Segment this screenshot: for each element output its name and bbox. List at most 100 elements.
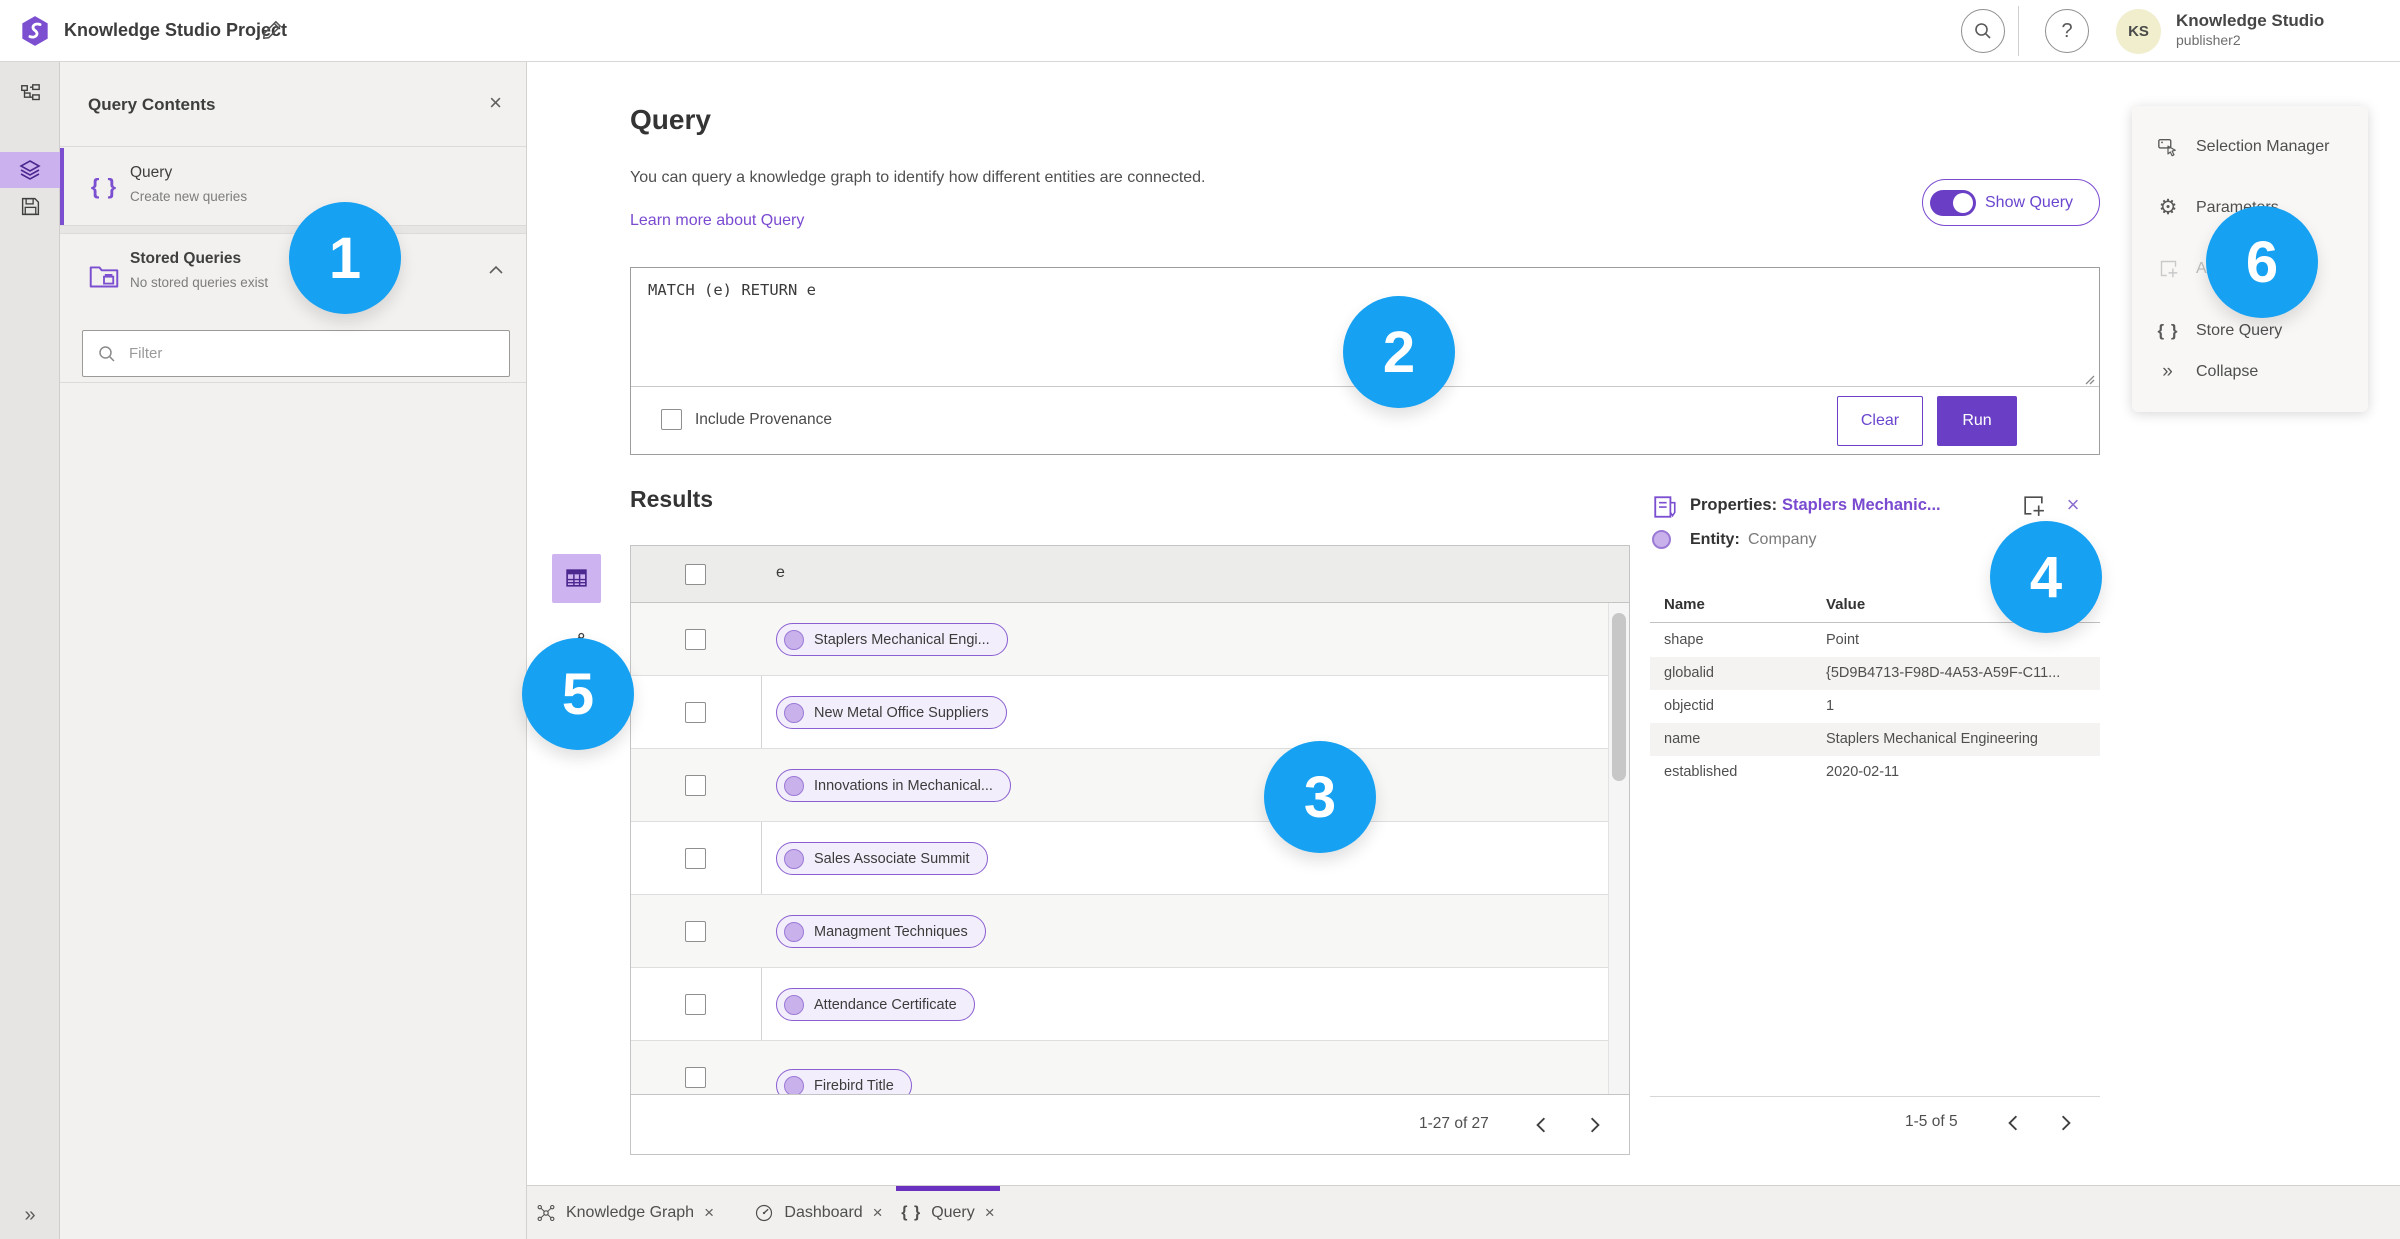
- include-provenance-checkbox[interactable]: [661, 409, 682, 430]
- tab-query[interactable]: { } Query ×: [896, 1186, 1000, 1239]
- properties-footer-divider: [1650, 1096, 2100, 1097]
- tab-knowledge-graph[interactable]: Knowledge Graph ×: [527, 1186, 723, 1239]
- dashboard-gauge-icon: [754, 1203, 774, 1223]
- table-row: Attendance Certificate: [631, 968, 1609, 1041]
- double-chevron-right-icon: »: [2162, 360, 2174, 382]
- entity-pill[interactable]: Managment Techniques: [776, 915, 986, 948]
- column-header-e: e: [776, 564, 785, 581]
- tab-dashboard[interactable]: Dashboard ×: [740, 1186, 897, 1239]
- entity-pill[interactable]: Sales Associate Summit: [776, 842, 988, 875]
- catalog-hierarchy-icon[interactable]: [0, 76, 60, 112]
- app: Knowledge Studio Project ? KS Knowledge …: [0, 0, 2400, 1239]
- filter-field: [82, 330, 510, 377]
- column-header-name: Name: [1664, 596, 1705, 613]
- help-icon: ?: [2061, 19, 2073, 42]
- scrollbar-thumb[interactable]: [1612, 613, 1626, 781]
- row-checkbox[interactable]: [685, 775, 706, 796]
- layers-icon[interactable]: [0, 152, 60, 188]
- results-table-header: e: [631, 546, 1629, 603]
- property-name: name: [1664, 731, 1701, 747]
- close-tab-icon[interactable]: ×: [873, 1203, 883, 1223]
- close-tab-icon[interactable]: ×: [985, 1203, 995, 1223]
- table-view-button[interactable]: [552, 554, 601, 603]
- search-button[interactable]: [1961, 9, 2005, 53]
- collapse-item[interactable]: » Collapse: [2132, 341, 2368, 402]
- properties-next-button[interactable]: [2048, 1105, 2084, 1141]
- section-divider: [60, 225, 526, 234]
- menu-item-label: Collapse: [2196, 362, 2259, 380]
- add-to-map-icon[interactable]: [2018, 492, 2048, 522]
- property-row: established 2020-02-11: [1650, 756, 2100, 789]
- project-title: Knowledge Studio Project: [64, 20, 288, 40]
- stored-queries-subtitle: No stored queries exist: [130, 275, 269, 290]
- entity-node-icon: [784, 994, 804, 1015]
- help-button[interactable]: ?: [2045, 9, 2089, 53]
- row-checkbox[interactable]: [685, 702, 706, 723]
- menu-item-label: Store Query: [2196, 321, 2283, 339]
- sidebar-item-query[interactable]: { } Query Create new queries: [60, 148, 526, 225]
- header-divider: [2018, 6, 2019, 56]
- resize-handle[interactable]: [2083, 372, 2095, 385]
- annotation-badge-2: 2: [1343, 296, 1455, 408]
- filter-input[interactable]: [129, 331, 499, 376]
- close-properties-button[interactable]: ×: [2058, 490, 2088, 520]
- properties-entity-link[interactable]: Staplers Mechanic...: [1782, 496, 1941, 515]
- edit-title-button[interactable]: [258, 17, 286, 45]
- double-chevron-right-icon: »: [24, 1204, 36, 1226]
- pencil-icon: [262, 20, 282, 39]
- row-checkbox[interactable]: [685, 629, 706, 650]
- learn-more-link[interactable]: Learn more about Query: [630, 212, 804, 230]
- toggle-switch: [1930, 189, 1976, 216]
- page-description: You can query a knowledge graph to ident…: [630, 169, 1206, 186]
- results-table: e Staplers Mechanical Engi... New Metal …: [630, 545, 1630, 1155]
- row-checkbox[interactable]: [685, 994, 706, 1015]
- entity-node-icon: [784, 921, 804, 942]
- select-all-checkbox[interactable]: [685, 564, 706, 585]
- next-page-button[interactable]: [1577, 1107, 1613, 1143]
- annotation-badge-5: 5: [522, 638, 634, 750]
- row-checkbox[interactable]: [685, 848, 706, 869]
- entity-pill[interactable]: Innovations in Mechanical...: [776, 769, 1011, 802]
- chevron-right-icon: [2061, 1115, 2071, 1131]
- collapse-section-button[interactable]: [488, 264, 504, 279]
- chevron-right-icon: [1590, 1117, 1600, 1133]
- table-row: New Metal Office Suppliers: [631, 676, 1609, 749]
- selection-manager-item[interactable]: Selection Manager: [2132, 116, 2368, 177]
- expand-rail-button[interactable]: »: [0, 1204, 60, 1227]
- close-panel-button[interactable]: ×: [489, 90, 502, 116]
- clear-button[interactable]: Clear: [1837, 396, 1923, 446]
- property-row: globalid {5D9B4713-F98D-4A53-A59F-C11...: [1650, 657, 2100, 690]
- tab-label: Query: [931, 1204, 975, 1221]
- property-row: name Staplers Mechanical Engineering: [1650, 723, 2100, 756]
- entity-pill[interactable]: Staplers Mechanical Engi...: [776, 623, 1008, 656]
- search-icon: [1975, 23, 1991, 39]
- properties-label: Properties:: [1690, 496, 1778, 514]
- property-value: 2020-02-11: [1826, 764, 1900, 780]
- page-title: Query: [630, 104, 711, 135]
- knowledge-graph-icon: [536, 1203, 556, 1223]
- row-checkbox[interactable]: [685, 1067, 706, 1088]
- entity-pill[interactable]: New Metal Office Suppliers: [776, 696, 1007, 729]
- panel-divider: [60, 382, 526, 383]
- previous-page-button[interactable]: [1523, 1107, 1559, 1143]
- entity-node-icon: [784, 702, 804, 723]
- show-query-toggle[interactable]: Show Query: [1922, 179, 2100, 226]
- properties-range-label: 1-5 of 5: [1905, 1113, 1958, 1130]
- menu-item-label: Selection Manager: [2196, 137, 2330, 155]
- row-checkbox[interactable]: [685, 921, 706, 942]
- property-value: {5D9B4713-F98D-4A53-A59F-C11...: [1826, 665, 2061, 681]
- save-icon[interactable]: [0, 188, 60, 224]
- table-icon: [566, 569, 587, 587]
- property-name: established: [1664, 764, 1738, 780]
- username: publisher2: [2176, 32, 2241, 48]
- properties-previous-button[interactable]: [1995, 1105, 2031, 1141]
- add-to-map-icon: [2156, 258, 2180, 279]
- entity-pill[interactable]: Attendance Certificate: [776, 988, 975, 1021]
- close-tab-icon[interactable]: ×: [704, 1203, 714, 1223]
- avatar[interactable]: KS: [2116, 9, 2161, 54]
- chevron-left-icon: [2008, 1115, 2018, 1131]
- run-button[interactable]: Run: [1937, 396, 2017, 446]
- knowledge-studio-logo-icon: [19, 15, 51, 47]
- property-name: objectid: [1664, 698, 1714, 714]
- user-block: Knowledge Studio publisher2: [2176, 11, 2390, 48]
